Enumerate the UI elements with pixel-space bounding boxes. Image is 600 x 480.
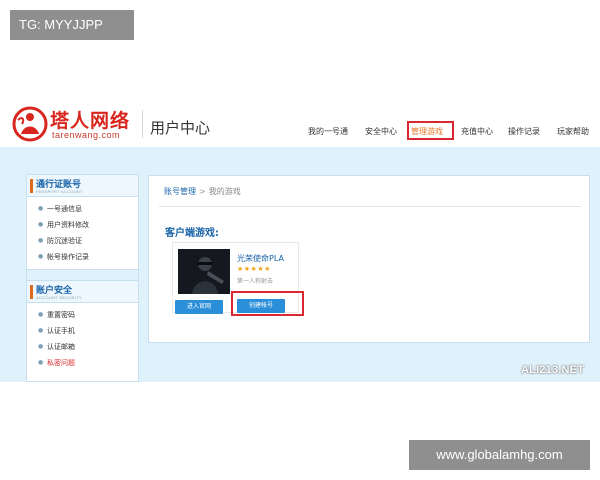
sidebar-item-label: 防沉迷验证: [47, 237, 82, 245]
sidebar-separator: [27, 269, 138, 281]
sidebar-group-subtitle: ACCOUNT SECURITY: [36, 295, 82, 300]
accent-bar: [30, 285, 33, 299]
page: TG: MYYJJPP 塔人网络 tarenwang.com 用户中心 我的一号…: [0, 0, 600, 480]
nav-recharge-center[interactable]: 充值中心: [461, 122, 493, 142]
sidebar-item-edit-profile[interactable]: ● 用户资料修改: [27, 217, 138, 233]
rating-stars-icon: ★★★★★: [237, 265, 271, 273]
sidebar-group-header: 账户安全 ACCOUNT SECURITY: [27, 281, 138, 303]
sidebar-item-security-question[interactable]: ● 私密问题: [27, 355, 138, 371]
sidebar-item-anti-addiction[interactable]: ● 防沉迷验证: [27, 233, 138, 249]
game-name[interactable]: 光荣使命PLA: [237, 253, 284, 264]
nav-my-account[interactable]: 我的一号通: [308, 122, 348, 142]
create-highlight-box: [231, 291, 304, 316]
nav-security-center[interactable]: 安全中心: [365, 122, 397, 142]
accent-bar: [30, 179, 33, 193]
bullet-icon: ●: [38, 205, 44, 212]
sidebar-item-label: 帐号操作记录: [47, 253, 89, 261]
game-genre: 第一人称射击: [237, 278, 274, 285]
sidebar-item-label: 认证手机: [47, 327, 75, 335]
section-title: 客户端游戏:: [165, 228, 219, 239]
bullet-icon: ●: [38, 311, 44, 318]
breadcrumb-separator: >: [199, 187, 206, 196]
sidebar-group-header: 通行证账号 PASSPORT ACCOUNT: [27, 175, 138, 197]
bullet-icon: ●: [38, 359, 44, 366]
sidebar-item-label: 私密问题: [47, 359, 75, 367]
sidebar-item-verify-phone[interactable]: ● 认证手机: [27, 323, 138, 339]
breadcrumb-current: 我的游戏: [208, 187, 241, 196]
breadcrumb: 账号管理 > 我的游戏: [164, 186, 241, 197]
logo-text: 塔人网络: [50, 110, 131, 132]
game-thumbnail: [178, 249, 230, 294]
bullet-icon: ●: [38, 237, 44, 244]
telegram-tag: TG: MYYJJPP: [10, 10, 134, 40]
official-site-button[interactable]: 进入官网: [175, 300, 223, 314]
sidebar-item-label: 重置密码: [47, 311, 75, 319]
page-title: 用户中心: [150, 119, 211, 137]
sidebar-list: ● 一号通信息 ● 用户资料修改 ● 防沉迷验证 ● 帐号操作记录: [27, 197, 138, 269]
sidebar-item-label: 用户资料修改: [47, 221, 89, 229]
sidebar-item-reset-password[interactable]: ● 重置密码: [27, 307, 138, 323]
sidebar-item-verify-email[interactable]: ● 认证邮箱: [27, 339, 138, 355]
watermark: ALI213.NET: [521, 364, 585, 376]
website-tag: www.globalamhg.com: [409, 440, 590, 470]
bullet-icon: ●: [38, 253, 44, 260]
logo-domain: tarenwang.com: [52, 130, 121, 140]
bullet-icon: ●: [38, 327, 44, 334]
nav-highlight-box: [407, 121, 454, 140]
sidebar-list: ● 重置密码 ● 认证手机 ● 认证邮箱 ● 私密问题: [27, 303, 138, 375]
main-panel: 账号管理 > 我的游戏 客户端游戏: 光荣使命PLA ★★★★★ 第一人称射击 进入…: [148, 175, 590, 343]
bullet-icon: ●: [38, 221, 44, 228]
nav-operation-log[interactable]: 操作记录: [508, 122, 540, 142]
sidebar-item-label: 一号通信息: [47, 205, 82, 213]
breadcrumb-root[interactable]: 账号管理: [164, 187, 196, 196]
sidebar-item-account-log[interactable]: ● 帐号操作记录: [27, 249, 138, 265]
site-header: 塔人网络 tarenwang.com 用户中心 我的一号通 安全中心 管理游戏 …: [0, 100, 600, 147]
site-screenshot: 塔人网络 tarenwang.com 用户中心 我的一号通 安全中心 管理游戏 …: [0, 100, 600, 382]
header-divider: [142, 110, 143, 138]
nav-player-help[interactable]: 玩家帮助: [557, 122, 589, 142]
sidebar-item-account-info[interactable]: ● 一号通信息: [27, 201, 138, 217]
sidebar-group-subtitle: PASSPORT ACCOUNT: [36, 189, 83, 194]
bullet-icon: ●: [38, 343, 44, 350]
logo-icon: [12, 106, 48, 142]
sidebar-item-label: 认证邮箱: [47, 343, 75, 351]
sidebar: 通行证账号 PASSPORT ACCOUNT ● 一号通信息 ● 用户资料修改 ● 防…: [26, 174, 139, 382]
divider: [159, 206, 581, 207]
